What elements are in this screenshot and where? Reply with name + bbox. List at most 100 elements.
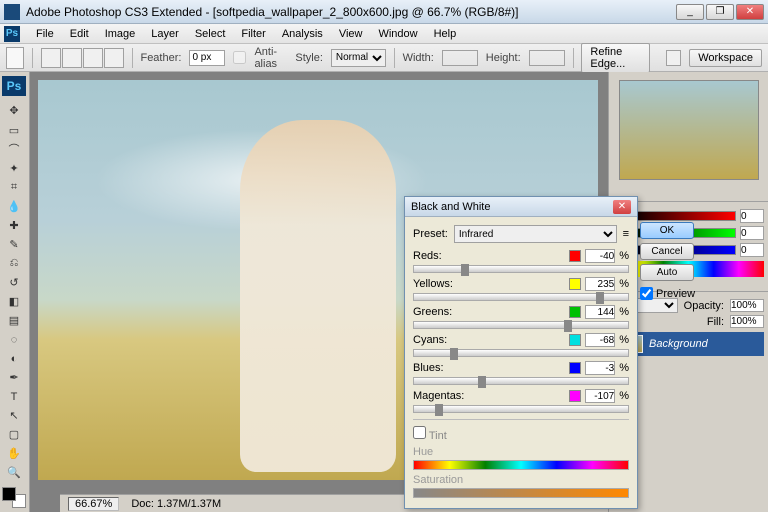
- window-title: Adobe Photoshop CS3 Extended - [softpedi…: [26, 5, 676, 19]
- menu-select[interactable]: Select: [187, 26, 234, 42]
- menu-edit[interactable]: Edit: [62, 26, 97, 42]
- zoom-tool[interactable]: 🔍: [2, 464, 26, 481]
- height-input: [529, 50, 565, 66]
- tool-preset-picker[interactable]: [6, 47, 24, 69]
- preset-select[interactable]: Infrared: [454, 225, 617, 243]
- marquee-tool[interactable]: ▭: [2, 122, 26, 139]
- dodge-tool[interactable]: ◐: [2, 350, 26, 367]
- preview-checkbox[interactable]: [640, 287, 653, 300]
- channel-0-slider[interactable]: [413, 265, 629, 273]
- close-button[interactable]: ✕: [736, 4, 764, 20]
- selection-intersect[interactable]: [104, 48, 124, 68]
- lasso-tool[interactable]: ⌒: [2, 141, 26, 158]
- channel-2-input[interactable]: [585, 305, 615, 319]
- ps-icon[interactable]: Ps: [4, 26, 20, 42]
- eyedropper-tool[interactable]: 💧: [2, 198, 26, 215]
- dialog-title: Black and White: [411, 201, 490, 213]
- b-input[interactable]: [740, 243, 764, 257]
- shape-tool[interactable]: ▢: [2, 426, 26, 443]
- eraser-tool[interactable]: ◧: [2, 293, 26, 310]
- menu-layer[interactable]: Layer: [143, 26, 187, 42]
- history-brush-tool[interactable]: ↺: [2, 274, 26, 291]
- saturation-slider: [413, 488, 629, 498]
- channel-1-swatch: [569, 278, 581, 290]
- menu-view[interactable]: View: [331, 26, 371, 42]
- pct-label: %: [619, 306, 629, 318]
- move-tool[interactable]: ✥: [2, 102, 26, 119]
- channel-2-swatch: [569, 306, 581, 318]
- tint-label: Tint: [429, 430, 447, 442]
- r-input[interactable]: [740, 209, 764, 223]
- channel-5-input[interactable]: [585, 389, 615, 403]
- zoom-level[interactable]: 66.67%: [68, 497, 119, 511]
- preset-menu-icon[interactable]: ≡: [623, 228, 629, 240]
- selection-subtract[interactable]: [83, 48, 103, 68]
- channel-2-slider[interactable]: [413, 321, 629, 329]
- fill-input[interactable]: [730, 315, 764, 328]
- maximize-button[interactable]: ❐: [706, 4, 734, 20]
- workspace-icon[interactable]: [666, 50, 681, 66]
- pct-label: %: [619, 278, 629, 290]
- color-swatches[interactable]: [2, 487, 26, 507]
- menu-help[interactable]: Help: [426, 26, 465, 42]
- app-icon: [4, 4, 20, 20]
- channel-3-swatch: [569, 334, 581, 346]
- menu-file[interactable]: File: [28, 26, 62, 42]
- selection-new[interactable]: [41, 48, 61, 68]
- preview-label: Preview: [656, 288, 695, 300]
- saturation-label: Saturation: [413, 474, 463, 486]
- pct-label: %: [619, 390, 629, 402]
- channel-0-input[interactable]: [585, 249, 615, 263]
- feather-input[interactable]: [189, 50, 225, 66]
- type-tool[interactable]: T: [2, 388, 26, 405]
- hand-tool[interactable]: ✋: [2, 445, 26, 462]
- antialias-label: Anti-alias: [254, 46, 287, 70]
- channel-4-swatch: [569, 362, 581, 374]
- channel-1-slider[interactable]: [413, 293, 629, 301]
- blur-tool[interactable]: ◌: [2, 331, 26, 348]
- channel-1-input[interactable]: [585, 277, 615, 291]
- workspace-button[interactable]: Workspace: [689, 49, 762, 67]
- gradient-tool[interactable]: ▤: [2, 312, 26, 329]
- channel-3-slider[interactable]: [413, 349, 629, 357]
- minimize-button[interactable]: _: [676, 4, 704, 20]
- channel-0-swatch: [569, 250, 581, 262]
- menu-bar: Ps File Edit Image Layer Select Filter A…: [0, 24, 768, 44]
- cancel-button[interactable]: Cancel: [640, 243, 694, 260]
- wand-tool[interactable]: ✦: [2, 160, 26, 177]
- selection-add[interactable]: [62, 48, 82, 68]
- channel-5-slider[interactable]: [413, 405, 629, 413]
- channel-0-label: Reds:: [413, 250, 565, 262]
- crop-tool[interactable]: ⌗: [2, 179, 26, 196]
- menu-filter[interactable]: Filter: [233, 26, 273, 42]
- pct-label: %: [619, 334, 629, 346]
- style-select[interactable]: Normal: [331, 49, 386, 67]
- window-titlebar: Adobe Photoshop CS3 Extended - [softpedi…: [0, 0, 768, 24]
- channel-5-label: Magentas:: [413, 390, 565, 402]
- channel-5-swatch: [569, 390, 581, 402]
- navigator-panel: [609, 72, 768, 202]
- dialog-titlebar[interactable]: Black and White ✕: [405, 197, 637, 217]
- healing-tool[interactable]: ✚: [2, 217, 26, 234]
- options-bar: Feather: Anti-alias Style: Normal Width:…: [0, 44, 768, 72]
- menu-analysis[interactable]: Analysis: [274, 26, 331, 42]
- dialog-close-icon[interactable]: ✕: [613, 200, 631, 214]
- path-tool[interactable]: ↖: [2, 407, 26, 424]
- g-input[interactable]: [740, 226, 764, 240]
- black-white-dialog: Black and White ✕ Preset: Infrared ≡ Red…: [404, 196, 638, 509]
- antialias-checkbox: [233, 51, 246, 64]
- refine-edge-button[interactable]: Refine Edge...: [581, 43, 650, 73]
- menu-window[interactable]: Window: [370, 26, 425, 42]
- brush-tool[interactable]: ✎: [2, 236, 26, 253]
- channel-4-input[interactable]: [585, 361, 615, 375]
- navigator-thumbnail[interactable]: [619, 80, 759, 180]
- tint-checkbox[interactable]: [413, 426, 426, 439]
- channel-4-slider[interactable]: [413, 377, 629, 385]
- stamp-tool[interactable]: ⎌: [2, 255, 26, 272]
- ok-button[interactable]: OK: [640, 222, 694, 239]
- auto-button[interactable]: Auto: [640, 264, 694, 281]
- menu-image[interactable]: Image: [97, 26, 144, 42]
- pen-tool[interactable]: ✒: [2, 369, 26, 386]
- opacity-input[interactable]: [730, 299, 764, 312]
- channel-3-input[interactable]: [585, 333, 615, 347]
